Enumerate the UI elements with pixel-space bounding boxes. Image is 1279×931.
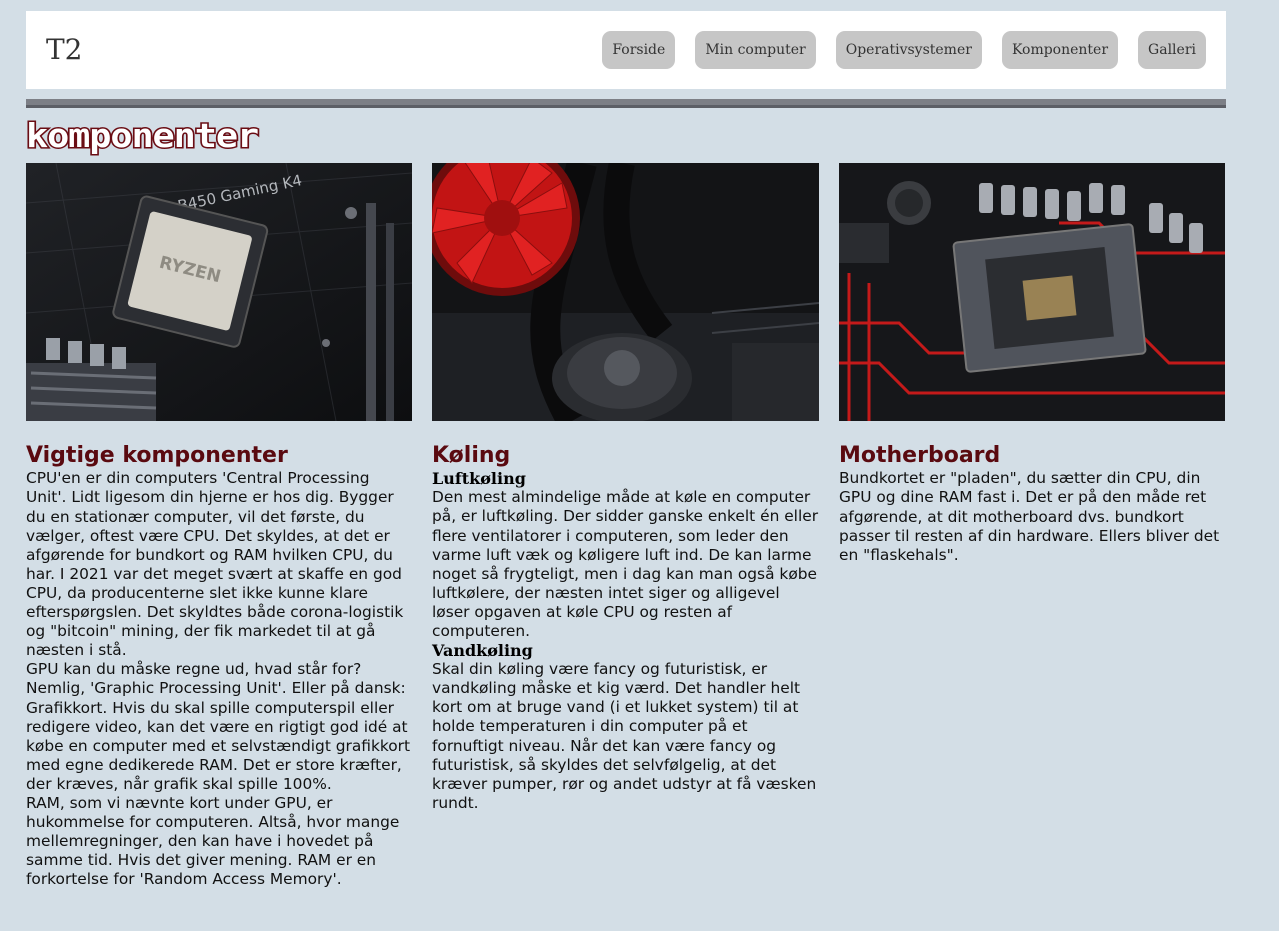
column-vigtige-komponenter: B450 Gaming K4 RYZEN Vigtige komponenter… xyxy=(26,163,412,889)
column-koling: Køling Luftkøling Den mest almindelige m… xyxy=(432,163,819,813)
column-motherboard: Motherboard Bundkortet er "pladen", du s… xyxy=(839,163,1225,565)
cpu-paragraph: CPU'en er din computers 'Central Process… xyxy=(26,469,404,660)
section-title: Køling xyxy=(432,443,511,468)
gpu-paragraph: GPU kan du måske regne ud, hvad står for… xyxy=(26,660,411,793)
nav-galleri-button[interactable]: Galleri xyxy=(1138,31,1206,69)
svg-text:komponenter: komponenter xyxy=(26,118,258,155)
motherboard-paragraph: Bundkortet er "pladen", du sætter din CP… xyxy=(839,469,1220,564)
cpu-image: B450 Gaming K4 RYZEN xyxy=(26,163,412,421)
nav-komponenter-button[interactable]: Komponenter xyxy=(1001,31,1119,69)
nav-min-computer-button[interactable]: Min computer xyxy=(695,31,816,69)
page-heading-logo: komponenter xyxy=(25,118,261,156)
luftkoling-subtitle: Luftkøling xyxy=(432,469,526,489)
cooling-image xyxy=(432,163,819,421)
section-title: Motherboard xyxy=(839,443,1001,468)
nav-forside-button[interactable]: Forside xyxy=(602,31,676,69)
motherboard-image xyxy=(839,163,1225,421)
section-title: Vigtige komponenter xyxy=(26,443,288,468)
header-divider xyxy=(26,99,1226,108)
vandkoling-paragraph: Skal din køling være fancy og futuristis… xyxy=(432,660,817,812)
vandkoling-subtitle: Vandkøling xyxy=(432,641,533,661)
luftkoling-paragraph: Den mest almindelige måde at køle en com… xyxy=(432,488,819,641)
ram-paragraph: RAM, som vi nævnte kort under GPU, er hu… xyxy=(26,793,400,889)
site-logo[interactable]: T2 xyxy=(46,33,83,66)
main-nav: Forside Min computer Operativsystemer Ko… xyxy=(602,31,1206,69)
nav-operativsystemer-button[interactable]: Operativsystemer xyxy=(835,31,982,69)
site-header: T2 Forside Min computer Operativsystemer… xyxy=(26,11,1226,89)
